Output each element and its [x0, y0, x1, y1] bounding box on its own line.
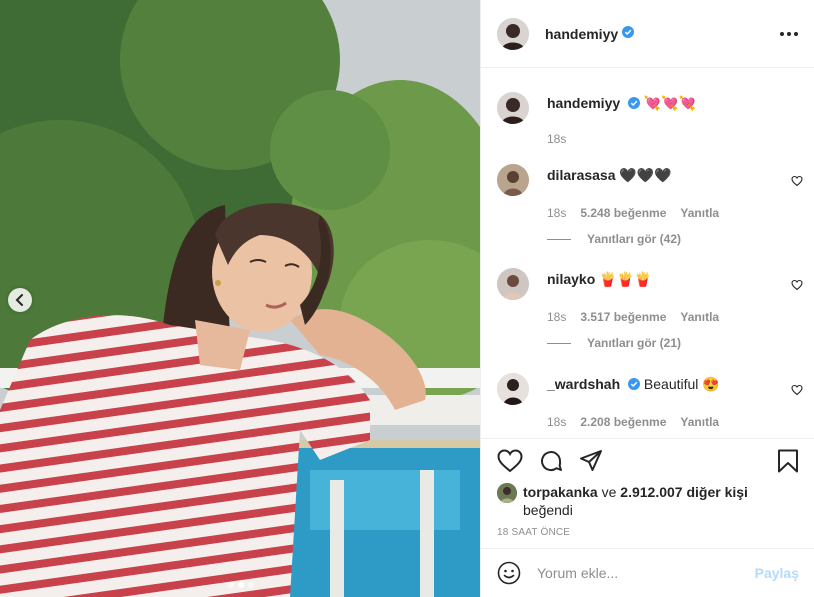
- carousel-indicator: [228, 582, 254, 588]
- view-replies-button[interactable]: Yanıtları gör (21): [547, 336, 681, 350]
- likes-connector: ve: [601, 484, 617, 500]
- heart-icon[interactable]: [497, 449, 523, 473]
- likes-summary: torpakanka ve 2.912.007 diğer kişi beğen…: [481, 483, 814, 519]
- comment-item: _wardshah Beautiful 😍 18s 2.208 beğenme …: [497, 373, 803, 429]
- verified-badge-icon: [628, 95, 641, 113]
- comment-item: dilarasasa 🖤🖤🖤 18s 5.248 beğenme Yanıtla: [497, 164, 803, 220]
- reply-button[interactable]: Yanıtla: [680, 415, 719, 429]
- comment-input[interactable]: [537, 565, 755, 581]
- like-comment-heart-icon[interactable]: [791, 174, 803, 192]
- comment-likes[interactable]: 3.517 beğenme: [580, 310, 666, 324]
- view-replies-label: Yanıtları gör (42): [587, 232, 682, 246]
- add-comment-bar: Paylaş: [481, 548, 814, 597]
- caption-username[interactable]: handemiyy: [547, 95, 620, 111]
- bookmark-icon[interactable]: [777, 449, 799, 473]
- comments-list: handemiyy 💘💘💘 18s dilarasasa 🖤🖤🖤 18s 5.2…: [481, 68, 814, 438]
- carousel-dot: [248, 582, 254, 588]
- post-photo[interactable]: [0, 0, 480, 597]
- post-actions: torpakanka ve 2.912.007 diğer kişi beğen…: [481, 438, 814, 538]
- liker-avatar[interactable]: [497, 483, 517, 503]
- comment-likes[interactable]: 2.208 beğenme: [580, 415, 666, 429]
- caption: handemiyy 💘💘💘 18s: [497, 92, 803, 146]
- first-liker-username[interactable]: torpakanka: [523, 484, 598, 500]
- commenter-username[interactable]: dilarasasa: [547, 167, 616, 183]
- author-username[interactable]: handemiyy: [545, 26, 618, 42]
- caption-text: 💘💘💘: [643, 95, 697, 111]
- commenter-avatar[interactable]: [497, 268, 529, 300]
- author-avatar[interactable]: [497, 17, 529, 50]
- like-comment-heart-icon[interactable]: [791, 383, 803, 401]
- likes-suffix: beğendi: [523, 502, 573, 518]
- view-replies-button[interactable]: Yanıtları gör (42): [547, 232, 681, 246]
- comment-text: 🖤🖤🖤: [619, 167, 672, 183]
- comment-likes[interactable]: 5.248 beğenme: [580, 206, 666, 220]
- comment-text: 🍟🍟🍟: [599, 271, 652, 287]
- carousel-dot: [228, 582, 234, 588]
- comment-time[interactable]: 18s: [547, 310, 566, 324]
- comment-time[interactable]: 18s: [547, 415, 566, 429]
- view-replies-label: Yanıtları gör (21): [587, 336, 682, 350]
- chevron-left-icon: [15, 294, 23, 306]
- commenter-avatar[interactable]: [497, 164, 529, 196]
- replies-divider: [547, 342, 571, 344]
- photo-illustration: [0, 0, 480, 597]
- like-comment-heart-icon[interactable]: [791, 278, 803, 296]
- replies-divider: [547, 238, 571, 240]
- share-icon[interactable]: [579, 449, 603, 473]
- commenter-username[interactable]: _wardshah: [547, 376, 620, 392]
- carousel-dot-active: [238, 582, 244, 588]
- comment-item: nilayko 🍟🍟🍟 18s 3.517 beğenme Yanıtla: [497, 268, 803, 324]
- reply-button[interactable]: Yanıtla: [680, 310, 719, 324]
- commenter-username[interactable]: nilayko: [547, 271, 595, 287]
- action-bar: [481, 439, 814, 483]
- comment-icon[interactable]: [539, 449, 563, 473]
- post-timestamp[interactable]: 18 SAAT ÖNCE: [481, 527, 814, 538]
- post-header: handemiyy: [481, 0, 814, 68]
- caption-avatar[interactable]: [497, 92, 529, 124]
- reply-button[interactable]: Yanıtla: [680, 206, 719, 220]
- post-comment-button[interactable]: Paylaş: [755, 565, 799, 581]
- verified-badge-icon: [628, 376, 641, 394]
- commenter-avatar[interactable]: [497, 373, 529, 405]
- verified-badge-icon: [622, 25, 635, 43]
- more-options-icon[interactable]: [780, 31, 798, 36]
- likes-count-link[interactable]: 2.912.007 diğer kişi: [620, 484, 748, 500]
- caption-time[interactable]: 18s: [547, 132, 566, 146]
- post-details-panel: handemiyy handemiyy 💘💘💘 18s dilarasasa 🖤…: [480, 0, 814, 597]
- comment-text: Beautiful 😍: [643, 376, 720, 392]
- comment-time[interactable]: 18s: [547, 206, 566, 220]
- carousel-prev-button[interactable]: [8, 288, 32, 312]
- emoji-icon[interactable]: [497, 561, 521, 585]
